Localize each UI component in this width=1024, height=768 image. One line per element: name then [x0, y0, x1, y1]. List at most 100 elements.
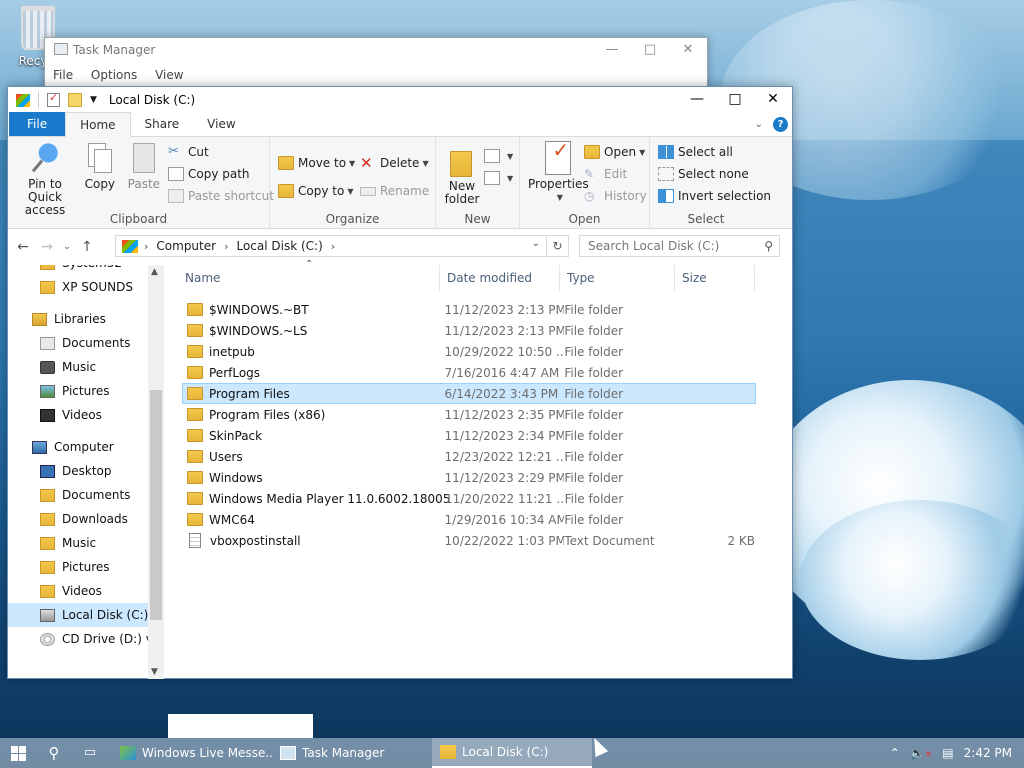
- table-row[interactable]: Program Files (x86) 11/12/2023 2:35 PM Fil…: [182, 404, 756, 425]
- rename-button[interactable]: Rename: [360, 177, 429, 205]
- task-manager-titlebar[interactable]: Task Manager — □ ✕: [45, 38, 707, 64]
- table-row[interactable]: $WINDOWS.~BT 11/12/2023 2:13 PM File folde…: [182, 299, 756, 320]
- sidebar-item[interactable]: CD Drive (D:) virt: [8, 627, 164, 651]
- column-size[interactable]: Size: [675, 265, 755, 291]
- scrollbar-thumb[interactable]: [150, 390, 162, 620]
- paste-button[interactable]: Paste: [126, 141, 162, 191]
- chevron-down-icon: ▼: [347, 186, 354, 196]
- tab-home[interactable]: Home: [65, 112, 131, 137]
- chevron-right-icon[interactable]: ›: [224, 240, 228, 253]
- paste-shortcut-button[interactable]: Paste shortcut: [168, 185, 274, 207]
- sidebar-item[interactable]: Documents: [8, 331, 164, 355]
- refresh-button[interactable]: ↻: [547, 235, 569, 257]
- sidebar-item[interactable]: Videos: [8, 403, 164, 427]
- taskbar-item[interactable]: Task Manager: [272, 738, 432, 768]
- sidebar-item[interactable]: Pictures: [8, 379, 164, 403]
- table-row[interactable]: Users 12/23/2022 12:21 ... File folder: [182, 446, 756, 467]
- network-icon[interactable]: ▤: [942, 746, 953, 760]
- sidebar-item[interactable]: Music: [8, 355, 164, 379]
- breadcrumb-local-disk[interactable]: Local Disk (C:): [236, 239, 322, 253]
- cut-button[interactable]: ✂ Cut: [168, 141, 274, 163]
- sidebar-item[interactable]: Music: [8, 531, 164, 555]
- clock[interactable]: 2:42 PM: [964, 746, 1012, 760]
- scroll-up-icon[interactable]: ▲: [151, 267, 158, 277]
- table-row[interactable]: Program Files 6/14/2022 3:43 PM File folde…: [182, 383, 756, 404]
- back-arrow-icon[interactable]: ←: [14, 239, 32, 255]
- close-button[interactable]: ✕: [754, 87, 792, 113]
- table-row[interactable]: vboxpostinstall 10/22/2022 1:03 PM Text Do…: [182, 530, 756, 551]
- copy-button[interactable]: Copy: [82, 141, 118, 191]
- table-row[interactable]: PerfLogs 7/16/2016 4:47 AM File folder: [182, 362, 756, 383]
- taskbar-item[interactable]: Local Disk (C:): [432, 738, 592, 768]
- sidebar-item[interactable]: Desktop: [8, 459, 164, 483]
- task-view-icon[interactable]: ▭: [72, 738, 108, 768]
- tab-share[interactable]: Share: [131, 112, 194, 136]
- search-input[interactable]: Search Local Disk (C:) ⚲: [579, 235, 780, 257]
- address-dropdown-chevron-icon[interactable]: ⌄: [532, 238, 540, 249]
- sidebar-item[interactable]: Documents: [8, 483, 164, 507]
- volume-muted-icon[interactable]: 🔈✕: [910, 746, 933, 760]
- new-item-button[interactable]: ▼: [484, 145, 513, 167]
- minimize-button[interactable]: —: [678, 87, 716, 113]
- new-folder-quick-icon[interactable]: [68, 93, 82, 107]
- maximize-button[interactable]: □: [716, 87, 754, 113]
- sidebar-item[interactable]: Downloads: [8, 507, 164, 531]
- easy-access-button[interactable]: ▼: [484, 167, 513, 189]
- properties-button[interactable]: Properties ▼: [526, 141, 591, 204]
- move-to-button[interactable]: Move to ▼: [278, 149, 355, 177]
- menu-view[interactable]: View: [155, 68, 183, 82]
- ribbon-expand-chevron-icon[interactable]: ⌄: [755, 119, 763, 130]
- menu-options[interactable]: Options: [91, 68, 137, 82]
- start-button[interactable]: [0, 738, 36, 768]
- copy-path-button[interactable]: Copy path: [168, 163, 274, 185]
- history-button[interactable]: ◷ History: [584, 185, 647, 207]
- navigation-scrollbar[interactable]: ▲ ▼: [148, 265, 164, 679]
- table-row[interactable]: Windows Media Player 11.0.6002.18005 11/2…: [182, 488, 756, 509]
- sidebar-item[interactable]: Videos: [8, 579, 164, 603]
- invert-selection-button[interactable]: Invert selection: [658, 185, 771, 207]
- tab-view[interactable]: View: [193, 112, 249, 136]
- chevron-right-icon[interactable]: ›: [144, 240, 148, 253]
- open-button[interactable]: Open ▼: [584, 141, 647, 163]
- table-row[interactable]: $WINDOWS.~LS 11/12/2023 2:13 PM File folde…: [182, 320, 756, 341]
- pin-to-quick-access-button[interactable]: Pin to Quick access: [14, 141, 76, 217]
- properties-quick-icon[interactable]: [47, 91, 60, 107]
- delete-button[interactable]: ✕ Delete ▼: [360, 149, 429, 177]
- tab-file[interactable]: File: [9, 112, 66, 136]
- select-none-button[interactable]: Select none: [658, 163, 771, 185]
- sidebar-item[interactable]: Libraries: [8, 307, 164, 331]
- taskbar-item[interactable]: Windows Live Messe...: [112, 738, 272, 768]
- forward-arrow-icon[interactable]: →: [38, 239, 56, 255]
- sidebar-item[interactable]: Computer: [8, 435, 164, 459]
- chevron-right-icon[interactable]: ›: [331, 240, 335, 253]
- address-bar[interactable]: › Computer › Local Disk (C:) › ⌄: [115, 235, 547, 257]
- recent-locations-chevron-icon[interactable]: ⌄: [62, 242, 72, 252]
- copy-to-button[interactable]: Copy to ▼: [278, 177, 355, 205]
- show-hidden-icons-chevron-icon[interactable]: ⌃: [890, 746, 900, 760]
- search-icon[interactable]: ⚲: [36, 738, 72, 768]
- sidebar-item[interactable]: Local Disk (C:): [8, 603, 164, 627]
- explorer-window[interactable]: ▼ Local Disk (C:) — □ ✕ File Home Share …: [7, 86, 793, 679]
- minimize-button[interactable]: —: [593, 38, 631, 64]
- table-row[interactable]: SkinPack 11/12/2023 2:34 PM File folder: [182, 425, 756, 446]
- table-row[interactable]: WMC64 1/29/2016 10:34 AM File folder: [182, 509, 756, 530]
- table-row[interactable]: Windows 11/12/2023 2:29 PM File folder: [182, 467, 756, 488]
- breadcrumb-computer[interactable]: Computer: [156, 239, 216, 253]
- help-icon[interactable]: ?: [773, 117, 788, 132]
- table-row[interactable]: inetpub 10/29/2022 10:50 ... File folder: [182, 341, 756, 362]
- edit-button[interactable]: ✎ Edit: [584, 163, 647, 185]
- scroll-down-icon[interactable]: ▼: [151, 667, 158, 677]
- customize-toolbar-chevron-icon[interactable]: ▼: [90, 95, 97, 105]
- column-type[interactable]: Type: [560, 265, 675, 291]
- select-all-button[interactable]: Select all: [658, 141, 771, 163]
- sidebar-item[interactable]: Pictures: [8, 555, 164, 579]
- close-button[interactable]: ✕: [669, 38, 707, 64]
- explorer-titlebar[interactable]: ▼ Local Disk (C:) — □ ✕: [8, 87, 792, 113]
- column-date-modified[interactable]: Date modified: [440, 265, 560, 291]
- menu-file[interactable]: File: [53, 68, 73, 82]
- new-folder-button[interactable]: New folder: [442, 143, 482, 206]
- sidebar-item[interactable]: System32: [8, 265, 164, 275]
- sidebar-item[interactable]: XP SOUNDS: [8, 275, 164, 299]
- up-arrow-icon[interactable]: ↑: [78, 239, 96, 255]
- maximize-button[interactable]: □: [631, 38, 669, 64]
